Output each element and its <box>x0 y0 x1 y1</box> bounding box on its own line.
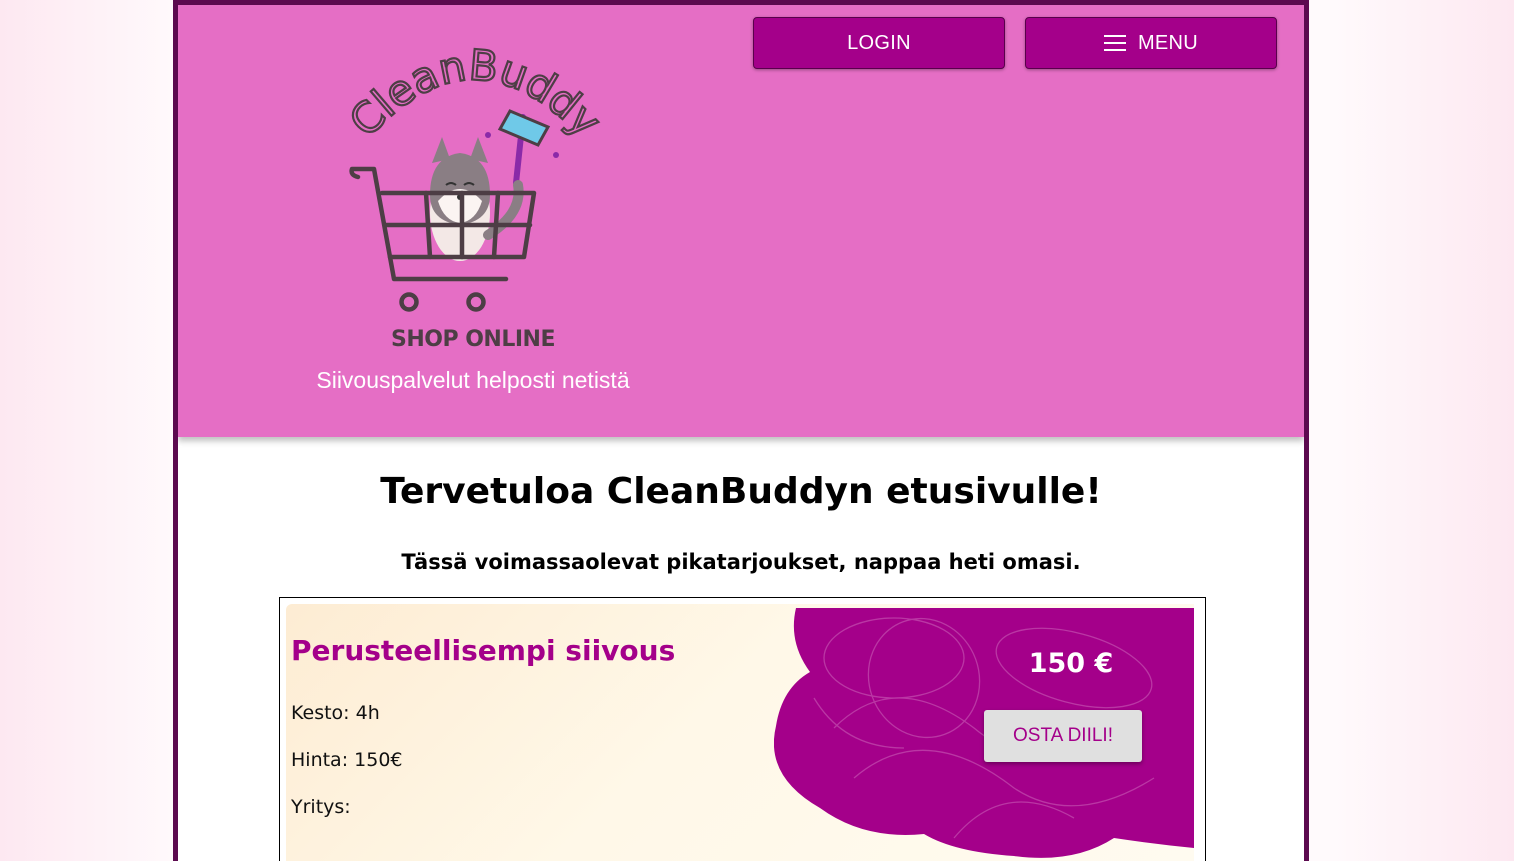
login-button[interactable]: LOGIN <box>753 17 1005 69</box>
site-tagline: Siivouspalvelut helposti netistä <box>316 367 630 393</box>
deal-price-line: Hinta: 150€ <box>291 749 403 771</box>
deal-list: Perusteellisempi siivous Kesto: 4h Hinta… <box>279 597 1206 861</box>
shop-online-label: SHOP ONLINE <box>390 327 556 352</box>
menu-icon <box>1103 35 1126 51</box>
deal-title: Perusteellisempi siivous <box>291 634 676 667</box>
deal-company: Yritys: <box>291 796 351 818</box>
site-header: LOGIN MENU CleanBuddy SHOP ONLINE Siivou… <box>178 5 1304 437</box>
deal-price-badge: 150 € <box>1028 648 1114 679</box>
page-frame: LOGIN MENU CleanBuddy SHOP ONLINE Siivou… <box>173 0 1309 861</box>
deal-duration: Kesto: 4h <box>291 702 380 724</box>
buy-deal-button[interactable]: OSTA DIILI! <box>984 710 1142 762</box>
svg-text:CleanBuddy: CleanBuddy <box>340 45 608 146</box>
login-label: LOGIN <box>847 31 911 54</box>
menu-label: MENU <box>1137 31 1199 54</box>
page-title: Tervetuloa CleanBuddyn etusivulle! <box>380 471 1102 512</box>
cleanbuddy-logo: CleanBuddy <box>339 45 608 312</box>
menu-button[interactable]: MENU <box>1025 17 1277 69</box>
intro-text: Tässä voimassaolevat pikatarjoukset, nap… <box>401 550 1081 574</box>
deal-card: Perusteellisempi siivous Kesto: 4h Hinta… <box>286 604 1194 861</box>
